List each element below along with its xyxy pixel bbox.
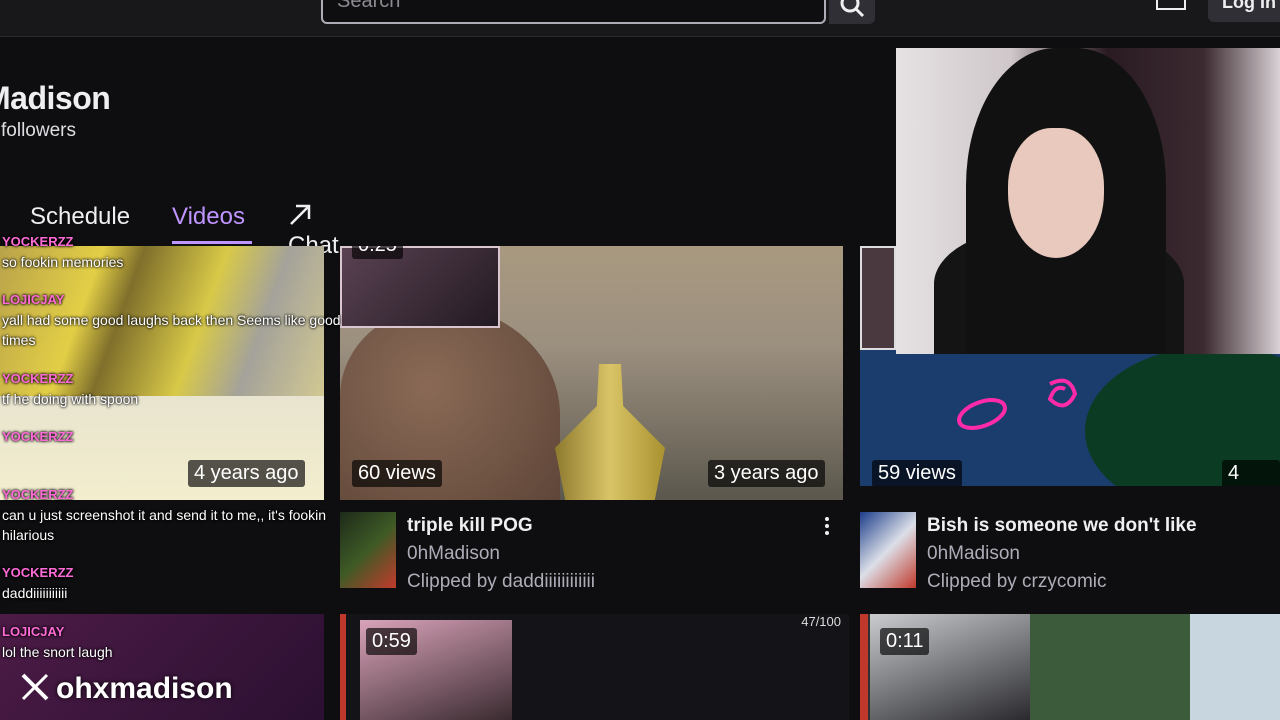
- streamer-webcam: [896, 48, 1280, 354]
- clip-clipped-by[interactable]: Clipped by daddiiiiiiiiiiii: [407, 571, 595, 593]
- channel-avatar[interactable]: [340, 512, 396, 588]
- chat-text: yall had some good laughs back then Seem…: [2, 312, 341, 348]
- inbox-icon[interactable]: [1156, 0, 1186, 10]
- chat-text: lol the snort laugh: [2, 644, 113, 660]
- clip-clipped-by[interactable]: Clipped by crzycomic: [927, 571, 1107, 593]
- game-badge: 47/100: [801, 614, 841, 629]
- search-input[interactable]: Search: [321, 0, 826, 24]
- chat-message: YOCKERZZ can u just screenshot it and sen…: [2, 485, 342, 545]
- chat-text: can u just screenshot it and send it to …: [2, 507, 327, 543]
- clip-duration: 0:11: [880, 628, 930, 655]
- clip-views: 59 views: [872, 460, 962, 486]
- search-icon: [840, 0, 865, 18]
- chat-username: YOCKERZZ: [2, 487, 74, 502]
- chat-text: daddiiiiiiiiiii: [2, 585, 68, 601]
- chat-text: so fookin memories: [2, 254, 124, 270]
- facecam-inset: [860, 246, 896, 350]
- clip-age: 4 yea: [1222, 460, 1280, 486]
- clip-thumbnail-5[interactable]: 0:59 47/100: [340, 614, 849, 720]
- chat-username: YOCKERZZ: [2, 429, 74, 444]
- top-nav-bar: Search Log In: [0, 0, 1280, 37]
- chat-username: YOCKERZZ: [2, 234, 74, 249]
- chat-message: LOJICJAY yall had some good laughs back t…: [2, 290, 342, 350]
- follower-count: followers: [1, 120, 76, 141]
- clip-age: 4 years ago: [188, 460, 305, 487]
- clip-title[interactable]: triple kill POG: [407, 515, 533, 537]
- webcam-person-face: [1008, 128, 1104, 258]
- chat-username: YOCKERZZ: [2, 565, 74, 580]
- clip-age: 3 years ago: [708, 460, 825, 487]
- clip-views: 60 views: [352, 460, 442, 487]
- social-handle-watermark: ohxmadison: [20, 672, 233, 706]
- channel-avatar[interactable]: [860, 512, 916, 588]
- thumbnail-scribble: [957, 378, 1078, 430]
- chat-message: YOCKERZZ so fookin memories: [2, 232, 342, 272]
- popout-arrow-icon: [290, 204, 311, 225]
- chat-text: tf he doing with spoon: [2, 391, 139, 407]
- social-handle: ohxmadison: [56, 672, 233, 705]
- clip-thumbnail-2[interactable]: 0:25 60 views 3 years ago: [340, 246, 843, 500]
- chat-username: LOJICJAY: [2, 292, 65, 307]
- chat-message: YOCKERZZ tf he doing with spoon: [2, 369, 342, 409]
- chat-username: YOCKERZZ: [2, 371, 74, 386]
- search-button[interactable]: [829, 0, 875, 24]
- x-logo-icon: [21, 673, 49, 701]
- clip-channel[interactable]: 0hMadison: [927, 543, 1020, 565]
- thumbnail-weapon: [555, 364, 665, 500]
- clip-duration: 0:25: [352, 246, 403, 259]
- clip-duration: 0:59: [366, 628, 417, 655]
- chat-message: YOCKERZZ daddiiiiiiiiiii: [2, 563, 342, 603]
- tab-schedule[interactable]: Schedule: [30, 203, 130, 231]
- clip-thumbnail-6[interactable]: 0:11: [860, 614, 1280, 720]
- search-placeholder: Search: [337, 0, 401, 12]
- chat-message: YOCKERZZ: [2, 427, 342, 447]
- tab-videos[interactable]: Videos: [172, 203, 245, 231]
- channel-name: Madison: [0, 80, 111, 116]
- chat-message: LOJICJAY lol the snort laugh: [2, 622, 342, 662]
- more-options-icon[interactable]: [825, 517, 829, 538]
- clip-title[interactable]: Bish is someone we don't like: [927, 515, 1197, 537]
- chat-username: LOJICJAY: [2, 624, 65, 639]
- login-label: Log In: [1222, 0, 1276, 12]
- login-button[interactable]: Log In: [1208, 0, 1280, 22]
- clip-channel[interactable]: 0hMadison: [407, 543, 500, 565]
